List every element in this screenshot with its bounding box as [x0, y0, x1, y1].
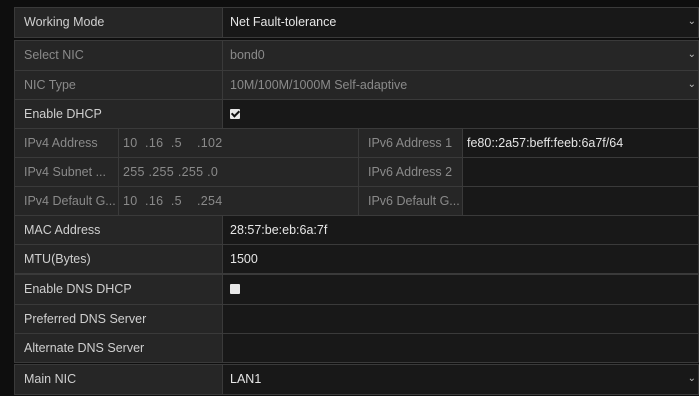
ipv6-address-2-field[interactable] — [463, 158, 698, 186]
chevron-down-icon[interactable]: ⌄ — [688, 71, 696, 99]
enable-dhcp-label: Enable DHCP — [15, 100, 223, 128]
working-mode-group: Working Mode Net Fault-tolerance ⌄ — [14, 7, 699, 38]
nic-settings-group: Select NIC bond0 ⌄ NIC Type 10M/100M/100… — [14, 40, 699, 274]
dns-group: Enable DNS DHCP Preferred DNS Server Alt… — [14, 274, 699, 363]
ipv4-gateway-field[interactable]: 10 .16 .5 .254 — [119, 187, 359, 215]
select-nic-label: Select NIC — [15, 41, 223, 70]
ipv4-gateway-row: IPv4 Default G... 10 .16 .5 .254 IPv6 De… — [15, 186, 698, 215]
preferred-dns-row: Preferred DNS Server — [15, 304, 698, 333]
mac-address-label: MAC Address — [15, 216, 223, 244]
alternate-dns-label: Alternate DNS Server — [15, 334, 223, 362]
select-nic-select[interactable]: bond0 ⌄ — [223, 41, 698, 70]
working-mode-select[interactable]: Net Fault-tolerance ⌄ — [223, 8, 698, 37]
ipv6-address-1-label: IPv6 Address 1 — [359, 129, 463, 157]
ipv6-gateway-field[interactable] — [463, 187, 698, 215]
ipv6-gateway-label: IPv6 Default G... — [359, 187, 463, 215]
ipv6-address-2-label: IPv6 Address 2 — [359, 158, 463, 186]
ipv4-subnet-field[interactable]: 255 .255 .255 .0 — [119, 158, 359, 186]
working-mode-value: Net Fault-tolerance — [230, 15, 337, 29]
enable-dns-dhcp-label: Enable DNS DHCP — [15, 275, 223, 304]
ipv4-gateway-label: IPv4 Default G... — [15, 187, 119, 215]
select-nic-value: bond0 — [230, 48, 265, 62]
main-nic-select[interactable]: LAN1 ⌄ — [223, 365, 698, 394]
main-nic-label: Main NIC — [15, 365, 223, 394]
enable-dns-dhcp-checkbox[interactable] — [230, 284, 240, 294]
ipv6-address-1-field[interactable]: fe80::2a57:beff:feeb:6a7f/64 — [463, 129, 698, 157]
mtu-input[interactable]: 1500 — [223, 245, 698, 273]
preferred-dns-input[interactable] — [223, 305, 698, 333]
main-nic-group: Main NIC LAN1 ⌄ — [14, 364, 699, 395]
ipv4-subnet-row: IPv4 Subnet ... 255 .255 .255 .0 IPv6 Ad… — [15, 157, 698, 186]
select-nic-row: Select NIC bond0 ⌄ — [15, 41, 698, 70]
ipv4-address-row: IPv4 Address 10 .16 .5 .102 IPv6 Address… — [15, 128, 698, 157]
main-nic-value: LAN1 — [230, 372, 262, 386]
chevron-down-icon[interactable]: ⌄ — [688, 365, 696, 393]
main-nic-row: Main NIC LAN1 ⌄ — [15, 365, 698, 394]
working-mode-row: Working Mode Net Fault-tolerance ⌄ — [15, 8, 698, 37]
mac-address-row: MAC Address 28:57:be:eb:6a:7f — [15, 215, 698, 244]
alternate-dns-row: Alternate DNS Server — [15, 333, 698, 362]
chevron-down-icon[interactable]: ⌄ — [688, 41, 696, 69]
enable-dns-dhcp-row: Enable DNS DHCP — [15, 275, 698, 304]
ipv4-address-field[interactable]: 10 .16 .5 .102 — [119, 129, 359, 157]
chevron-down-icon[interactable]: ⌄ — [688, 8, 696, 36]
mtu-row: MTU(Bytes) 1500 — [15, 244, 698, 273]
mac-address-value: 28:57:be:eb:6a:7f — [223, 216, 698, 244]
mtu-label: MTU(Bytes) — [15, 245, 223, 273]
nic-type-select[interactable]: 10M/100M/1000M Self-adaptive ⌄ — [223, 71, 698, 99]
nic-type-value: 10M/100M/1000M Self-adaptive — [230, 78, 408, 92]
nic-type-label: NIC Type — [15, 71, 223, 99]
alternate-dns-input[interactable] — [223, 334, 698, 362]
ipv4-address-label: IPv4 Address — [15, 129, 119, 157]
nic-type-row: NIC Type 10M/100M/1000M Self-adaptive ⌄ — [15, 70, 698, 99]
working-mode-label: Working Mode — [15, 8, 223, 37]
enable-dhcp-checkbox[interactable] — [230, 109, 240, 119]
preferred-dns-label: Preferred DNS Server — [15, 305, 223, 333]
enable-dhcp-row: Enable DHCP — [15, 99, 698, 128]
ipv4-subnet-label: IPv4 Subnet ... — [15, 158, 119, 186]
enable-dns-dhcp-cell — [223, 275, 698, 304]
enable-dhcp-cell — [223, 100, 698, 128]
